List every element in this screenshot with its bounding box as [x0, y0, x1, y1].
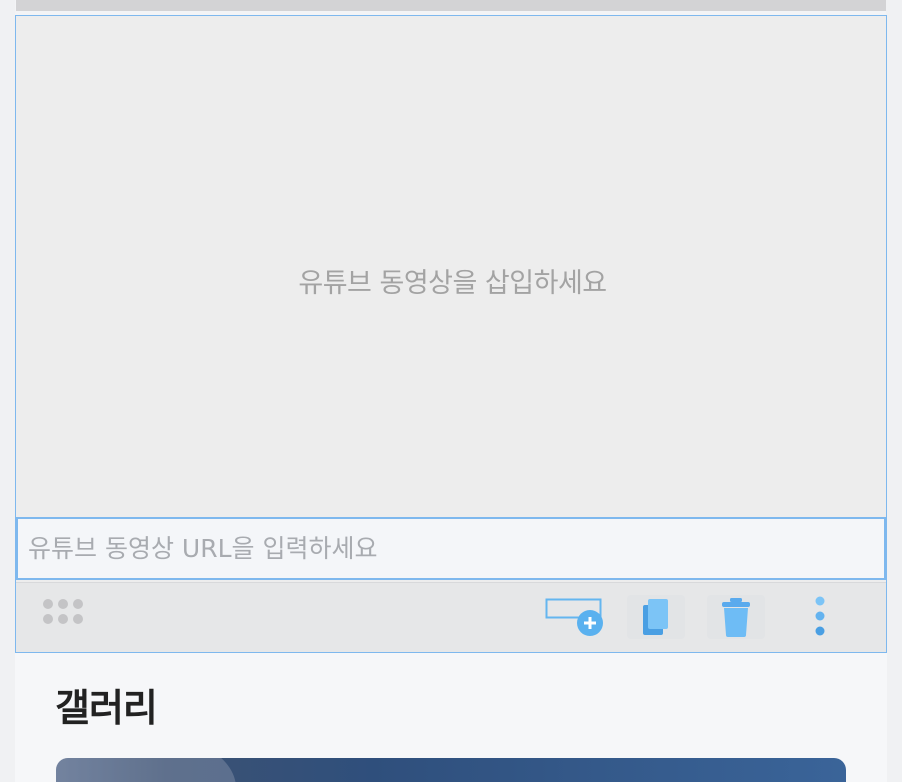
add-block-icon [545, 598, 603, 636]
page-margin-left [0, 0, 15, 782]
youtube-embed-block[interactable]: 유튜브 동영상을 삽입하세요 [15, 15, 887, 653]
youtube-url-input[interactable] [16, 517, 886, 580]
video-placeholder-area[interactable]: 유튜브 동영상을 삽입하세요 [16, 16, 886, 506]
delete-button[interactable] [707, 595, 765, 639]
trash-icon [722, 598, 750, 637]
copy-button[interactable] [627, 595, 685, 639]
gallery-title: 갤러리 [55, 686, 158, 730]
more-options-button[interactable] [792, 595, 848, 639]
previous-block-edge [16, 0, 886, 11]
more-vertical-icon [815, 596, 825, 636]
gallery-image[interactable] [56, 758, 846, 782]
gallery-block: 갤러리 [15, 653, 887, 782]
copy-icon [643, 599, 668, 635]
block-toolbar [16, 582, 886, 652]
drag-handle-icon[interactable] [43, 599, 87, 625]
add-block-button[interactable] [545, 595, 603, 639]
page-margin-right [886, 0, 902, 782]
video-placeholder-text: 유튜브 동영상을 삽입하세요 [298, 267, 607, 299]
